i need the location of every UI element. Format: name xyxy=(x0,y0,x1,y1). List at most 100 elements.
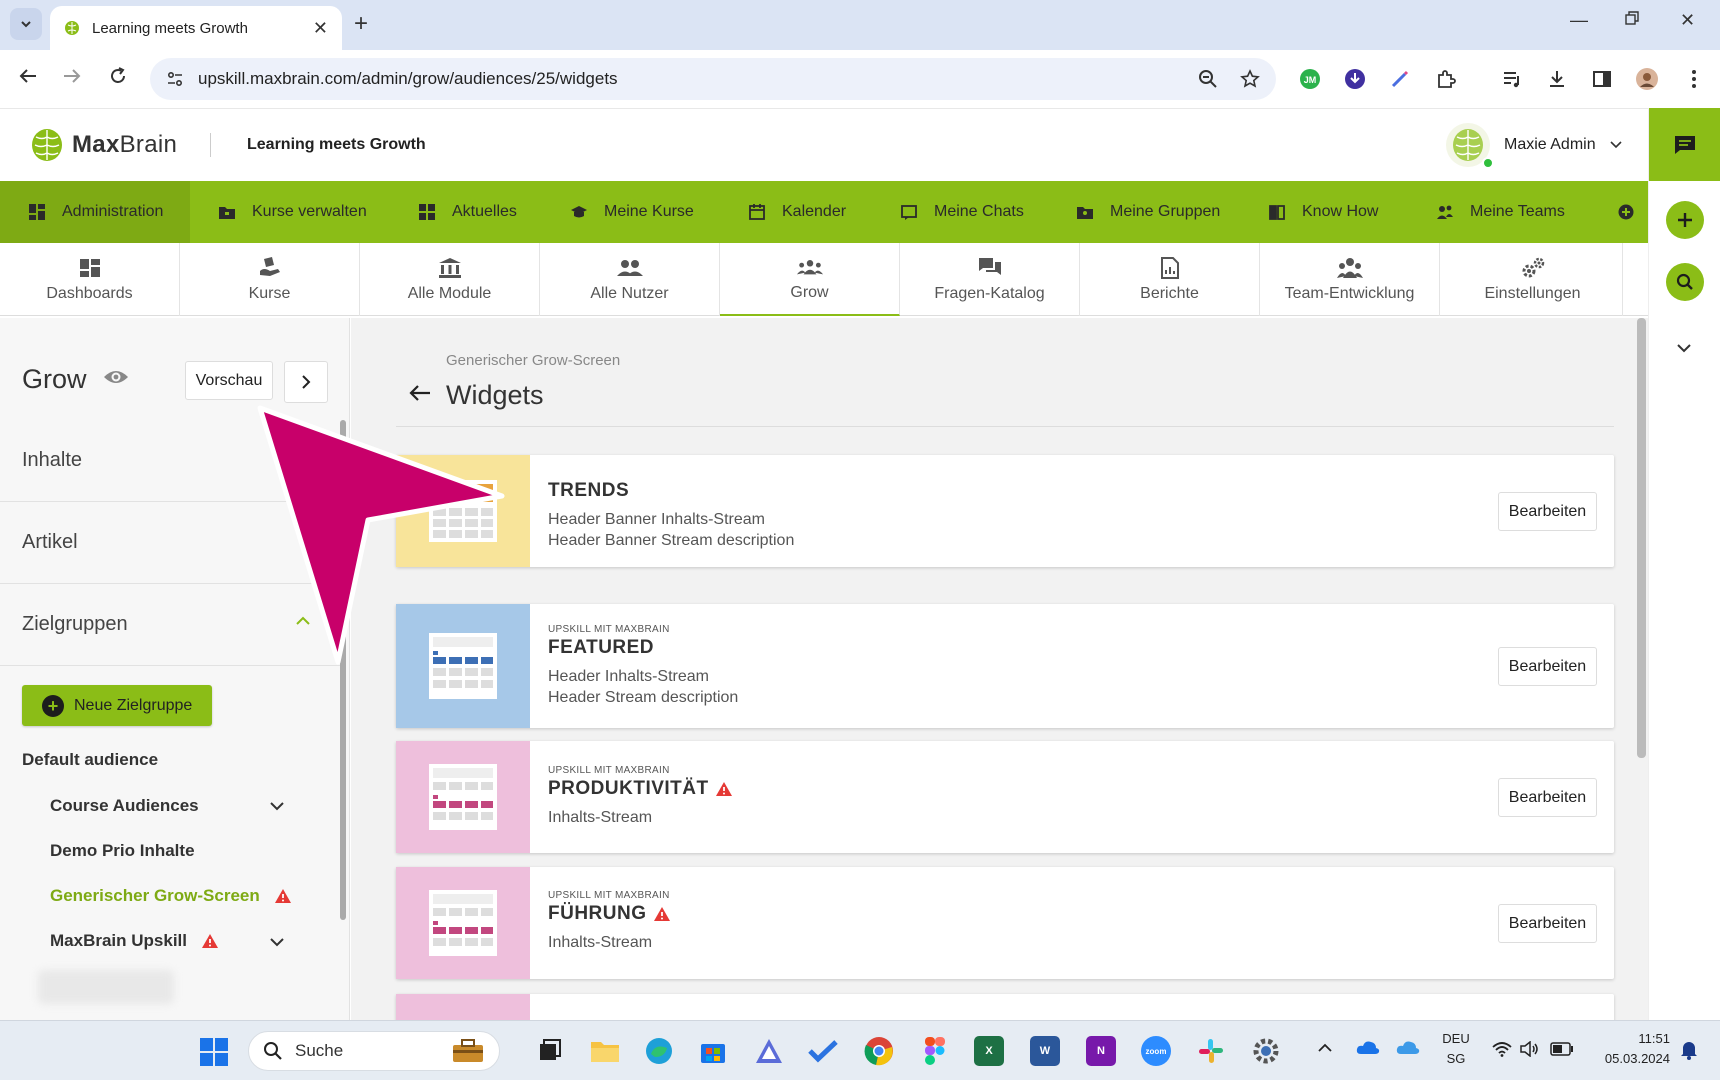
word-icon[interactable]: W xyxy=(1030,1036,1060,1066)
taskbar-search[interactable]: Suche xyxy=(248,1031,500,1071)
keyboard-lang[interactable]: DEU xyxy=(1438,1031,1474,1046)
nav-administration[interactable]: Administration xyxy=(0,181,190,243)
wifi-icon[interactable] xyxy=(1492,1041,1512,1057)
onenote-icon[interactable]: N xyxy=(1086,1036,1116,1066)
tab-fragen-katalog[interactable]: Fragen-Katalog xyxy=(900,243,1080,316)
nav-label: Aktuelles xyxy=(452,203,517,220)
tab-einstellungen[interactable]: Einstellungen xyxy=(1443,243,1623,316)
keyboard-region[interactable]: SG xyxy=(1438,1051,1474,1066)
nav-meine-teams[interactable]: Meine Teams xyxy=(1436,181,1565,243)
nav-more-button[interactable] xyxy=(1618,181,1634,243)
side-panel-icon[interactable] xyxy=(1590,67,1614,91)
nav-kalender[interactable]: Kalender xyxy=(748,181,846,243)
tab-close-icon[interactable]: ✕ xyxy=(313,18,328,39)
tab-alle-module[interactable]: Alle Module xyxy=(360,243,540,316)
site-settings-icon[interactable] xyxy=(166,70,184,88)
edge-browser-icon[interactable] xyxy=(644,1036,674,1066)
tab-dashboards[interactable]: Dashboards xyxy=(0,243,180,316)
edit-button[interactable]: Bearbeiten xyxy=(1498,492,1597,531)
main-scrollbar[interactable] xyxy=(1637,318,1646,758)
tab-grow[interactable]: Grow xyxy=(720,243,900,316)
default-audience-link[interactable]: Default audience xyxy=(22,750,158,770)
chevron-up-icon[interactable] xyxy=(1318,1043,1332,1052)
chevron-down-icon[interactable] xyxy=(270,938,284,947)
graduation-cap-icon xyxy=(571,206,587,218)
widget-card: TRENDS Header Banner Inhalts-Stream Head… xyxy=(396,455,1614,567)
warning-icon xyxy=(274,889,291,903)
url-text[interactable]: upskill.maxbrain.com/admin/grow/audience… xyxy=(198,69,1198,89)
extension-pen-icon[interactable] xyxy=(1388,67,1412,91)
tab-search-button[interactable] xyxy=(10,8,42,40)
downloads-icon[interactable] xyxy=(1545,67,1569,91)
chevron-down-icon[interactable] xyxy=(270,802,284,811)
chat-toggle-button[interactable] xyxy=(1649,108,1720,181)
excel-icon[interactable]: X xyxy=(974,1036,1004,1066)
edit-button[interactable]: Bearbeiten xyxy=(1498,647,1597,686)
todo-check-icon[interactable] xyxy=(808,1036,838,1066)
profile-avatar-icon[interactable] xyxy=(1635,67,1659,91)
brain-avatar-icon xyxy=(1453,129,1483,161)
zoom-icon[interactable] xyxy=(1198,69,1218,89)
eye-icon[interactable] xyxy=(103,368,129,386)
audience-maxbrain-upskill[interactable]: MaxBrain Upskill xyxy=(50,931,219,951)
windows-start-icon[interactable] xyxy=(200,1038,228,1066)
edit-button[interactable]: Bearbeiten xyxy=(1498,904,1597,943)
nav-label: Kalender xyxy=(782,203,847,220)
ms-store-icon[interactable] xyxy=(698,1036,728,1066)
settings-gear-icon[interactable] xyxy=(1251,1036,1281,1066)
new-tab-button[interactable]: + xyxy=(354,10,368,38)
nav-meine-chats[interactable]: Meine Chats xyxy=(900,181,1024,243)
extension-jm-icon[interactable]: JM xyxy=(1298,67,1322,91)
bookmark-star-icon[interactable] xyxy=(1240,69,1260,89)
chevron-down-icon[interactable] xyxy=(1677,343,1691,353)
nav-know-how[interactable]: Know How xyxy=(1268,181,1378,243)
forward-icon[interactable] xyxy=(62,66,82,86)
new-audience-button[interactable]: + Neue Zielgruppe xyxy=(22,685,212,726)
clock-time[interactable]: 11:51 xyxy=(1586,1031,1670,1046)
reload-icon[interactable] xyxy=(108,66,128,86)
nav-aktuelles[interactable]: Aktuelles xyxy=(418,181,517,243)
nav-meine-kurse[interactable]: Meine Kurse xyxy=(570,181,694,243)
clock-date[interactable]: 05.03.2024 xyxy=(1586,1051,1670,1066)
figma-icon[interactable] xyxy=(920,1036,950,1066)
search-icon xyxy=(1676,273,1693,290)
add-button[interactable] xyxy=(1666,201,1704,239)
notification-bell-icon[interactable] xyxy=(1680,1040,1698,1060)
audience-demo-prio-inhalte[interactable]: Demo Prio Inhalte xyxy=(50,841,195,861)
media-control-icon[interactable] xyxy=(1500,67,1524,91)
nav-meine-gruppen[interactable]: Meine Gruppen xyxy=(1076,181,1220,243)
tab-label: Kurse xyxy=(248,284,291,302)
tab-kurse[interactable]: Kurse xyxy=(180,243,360,316)
edit-button[interactable]: Bearbeiten xyxy=(1498,778,1597,817)
audience-generischer-grow-screen[interactable]: Generischer Grow-Screen xyxy=(50,886,292,906)
slack-icon[interactable] xyxy=(1196,1036,1226,1066)
task-view-icon[interactable] xyxy=(535,1036,565,1066)
app-triangle-icon[interactable] xyxy=(754,1036,784,1066)
breadcrumb[interactable]: Generischer Grow-Screen xyxy=(446,352,620,369)
onedrive-personal-icon[interactable] xyxy=(1396,1039,1420,1055)
zoom-app-icon[interactable]: zoom xyxy=(1141,1036,1171,1066)
maxbrain-logo[interactable]: MaxBrain xyxy=(30,127,177,163)
tab-team-entwicklung[interactable]: Team-Entwicklung xyxy=(1260,243,1440,316)
user-menu[interactable]: Maxie Admin xyxy=(1446,123,1622,169)
audience-course-audiences[interactable]: Course Audiences xyxy=(50,796,199,816)
onedrive-icon[interactable] xyxy=(1356,1039,1380,1055)
back-icon[interactable] xyxy=(18,66,38,86)
search-button[interactable] xyxy=(1666,263,1704,301)
nav-kurse-verwalten[interactable]: Kurse verwalten xyxy=(218,181,367,243)
window-close-icon[interactable]: ✕ xyxy=(1680,10,1695,31)
tab-berichte[interactable]: Berichte xyxy=(1080,243,1260,316)
extension-download-icon[interactable] xyxy=(1343,67,1367,91)
file-explorer-icon[interactable] xyxy=(590,1036,620,1066)
restore-icon[interactable] xyxy=(1624,10,1640,26)
chrome-menu-icon[interactable] xyxy=(1682,67,1706,91)
extensions-puzzle-icon[interactable] xyxy=(1434,67,1458,91)
battery-icon[interactable] xyxy=(1550,1042,1574,1056)
minimize-icon[interactable]: — xyxy=(1570,10,1588,31)
omnibox[interactable]: upskill.maxbrain.com/admin/grow/audience… xyxy=(150,58,1276,100)
chrome-icon[interactable] xyxy=(864,1036,894,1066)
volume-icon[interactable] xyxy=(1520,1041,1540,1057)
tab-alle-nutzer[interactable]: Alle Nutzer xyxy=(540,243,720,316)
section-label: Artikel xyxy=(22,531,78,553)
browser-tab[interactable]: Learning meets Growth ✕ xyxy=(50,6,342,50)
